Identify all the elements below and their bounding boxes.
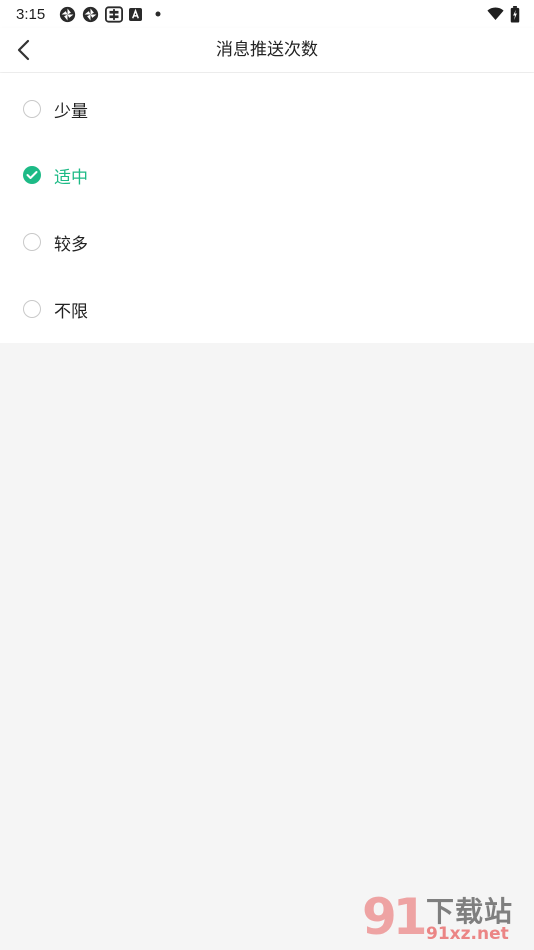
option-label: 适中 — [54, 167, 88, 188]
aperture-icon — [83, 6, 99, 22]
watermark-logo: 91 — [362, 888, 428, 946]
option-many[interactable]: 较多 — [0, 209, 534, 275]
option-label: 较多 — [54, 234, 88, 255]
option-unlimited[interactable]: 不限 — [0, 276, 534, 342]
option-moderate[interactable]: 适中 — [0, 142, 534, 208]
radio-unchecked-icon[interactable] — [23, 300, 41, 318]
radio-checked-icon[interactable] — [23, 166, 41, 184]
aperture-icon — [60, 6, 76, 22]
option-label: 少量 — [54, 101, 88, 122]
radio-unchecked-icon[interactable] — [23, 233, 41, 251]
app-header: 消息推送次数 — [0, 28, 534, 72]
dot-icon — [155, 11, 161, 17]
option-label: 不限 — [54, 301, 88, 322]
wifi-icon — [487, 7, 504, 20]
checkmark-icon — [26, 171, 38, 179]
push-frequency-options: 少量 适中 较多 不限 — [0, 73, 534, 343]
radio-unchecked-icon[interactable] — [23, 100, 41, 118]
status-time: 3:15 — [16, 5, 46, 23]
battery-icon — [510, 5, 520, 23]
keyboard-icon — [105, 5, 124, 23]
a-badge-icon — [129, 7, 143, 21]
watermark-url: 91xz.net — [426, 924, 509, 944]
page-title: 消息推送次数 — [216, 40, 318, 60]
option-few[interactable]: 少量 — [0, 76, 534, 142]
status-icons-right — [487, 5, 520, 23]
status-bar: 3:15 — [0, 0, 534, 28]
watermark: 91 下载站 91xz.net — [362, 888, 532, 948]
status-icons-left — [59, 5, 162, 23]
